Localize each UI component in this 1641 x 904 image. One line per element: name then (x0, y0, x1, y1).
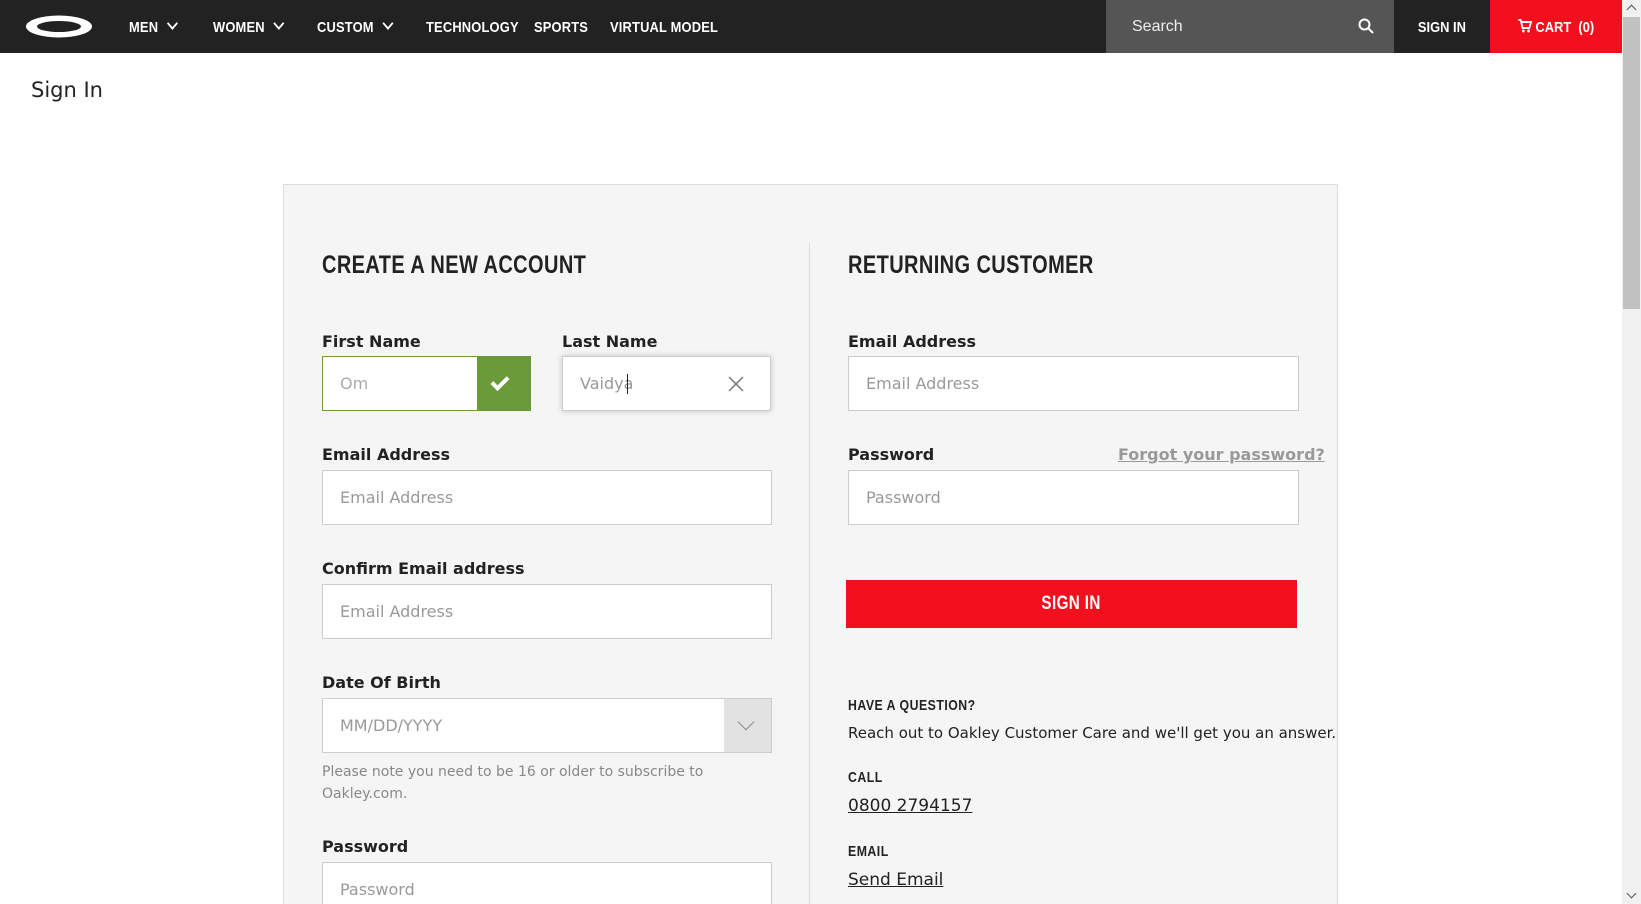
email-label: Email Address (322, 445, 451, 464)
dob-dropdown-button[interactable] (724, 699, 771, 752)
first-name-input[interactable] (323, 357, 478, 410)
dob-field (322, 698, 772, 753)
top-nav-bar: MEN WOMEN CUSTOM TECHNOLOGY SPORTS VIRTU… (0, 0, 1622, 53)
returning-password-input[interactable] (849, 471, 1298, 524)
cart-label: CART (1535, 19, 1572, 36)
first-name-label: First Name (322, 332, 421, 351)
nav-item-label: VIRTUAL MODEL (610, 19, 719, 36)
phone-link[interactable]: 0800 2794157 (848, 796, 972, 816)
question-heading: HAVE A QUESTION? (848, 697, 976, 714)
send-email-link[interactable]: Send Email (848, 870, 943, 890)
nav-item-label: SPORTS (534, 19, 589, 36)
email-field (322, 470, 772, 525)
vertical-scrollbar[interactable] (1622, 0, 1641, 904)
clear-icon[interactable] (727, 375, 745, 393)
nav-item-sports[interactable]: SPORTS (534, 0, 588, 53)
last-name-input[interactable] (563, 357, 713, 410)
sign-in-button[interactable]: SIGN IN (846, 580, 1297, 628)
returning-customer-title: RETURNING CUSTOMER (848, 251, 1094, 279)
nav-item-label: TECHNOLOGY (426, 19, 519, 36)
nav-item-label: CUSTOM (317, 19, 374, 36)
cart-button[interactable]: CART (0) (1490, 0, 1622, 53)
nav-item-virtual-model[interactable]: VIRTUAL MODEL (610, 0, 718, 53)
chevron-down-icon (737, 713, 755, 731)
question-text: Reach out to Oakley Customer Care and we… (848, 724, 1337, 742)
returning-password-field (848, 470, 1299, 525)
last-name-field (562, 356, 771, 411)
returning-email-field (848, 356, 1299, 411)
scroll-down-button[interactable] (1622, 887, 1641, 904)
create-password-field (322, 862, 772, 904)
chevron-down-icon (1626, 888, 1637, 899)
nav-item-women[interactable]: WOMEN (213, 0, 285, 53)
checkmark-icon (490, 371, 510, 392)
call-heading: CALL (848, 769, 883, 786)
search-box (1106, 0, 1394, 53)
nav-item-technology[interactable]: TECHNOLOGY (426, 0, 519, 53)
page-title: Sign In (31, 78, 103, 102)
column-divider (809, 243, 810, 904)
confirm-email-label: Confirm Email address (322, 559, 525, 578)
text-cursor (627, 374, 628, 394)
returning-email-input[interactable] (849, 357, 1298, 410)
search-input[interactable] (1106, 0, 1356, 53)
search-icon[interactable] (1358, 18, 1374, 34)
create-password-input[interactable] (323, 863, 771, 904)
nav-item-custom[interactable]: CUSTOM (317, 0, 394, 53)
last-name-label: Last Name (562, 332, 658, 351)
nav-item-label: WOMEN (213, 19, 265, 36)
valid-indicator (477, 357, 530, 410)
confirm-email-field (322, 584, 772, 639)
email-input[interactable] (323, 471, 771, 524)
nav-item-men[interactable]: MEN (129, 0, 178, 53)
forgot-password-link[interactable]: Forgot your password? (1118, 445, 1325, 464)
age-note: Please note you need to be 16 or older t… (322, 764, 704, 802)
oakley-logo-icon[interactable] (24, 14, 94, 39)
sign-in-button-label: SIGN IN (1041, 593, 1102, 614)
sign-in-link[interactable]: SIGN IN (1394, 0, 1490, 53)
chevron-down-icon (166, 17, 178, 30)
confirm-email-input[interactable] (323, 585, 771, 638)
scroll-thumb[interactable] (1623, 17, 1640, 309)
create-account-title: CREATE A NEW ACCOUNT (322, 251, 587, 279)
email-heading: EMAIL (848, 843, 889, 860)
chevron-down-icon (273, 17, 285, 30)
scroll-up-button[interactable] (1622, 0, 1641, 17)
sign-in-label: SIGN IN (1417, 19, 1467, 36)
shopping-cart-icon (1517, 19, 1532, 33)
create-password-label: Password (322, 837, 409, 856)
first-name-field (322, 356, 531, 411)
cart-count: (0) (1578, 19, 1594, 36)
dob-label: Date Of Birth (322, 673, 441, 692)
returning-email-label: Email Address (848, 332, 977, 351)
chevron-up-icon (1626, 4, 1637, 15)
returning-password-label: Password (848, 445, 935, 464)
chevron-down-icon (382, 17, 394, 30)
dob-input[interactable] (323, 699, 723, 752)
nav-item-label: MEN (129, 19, 159, 36)
